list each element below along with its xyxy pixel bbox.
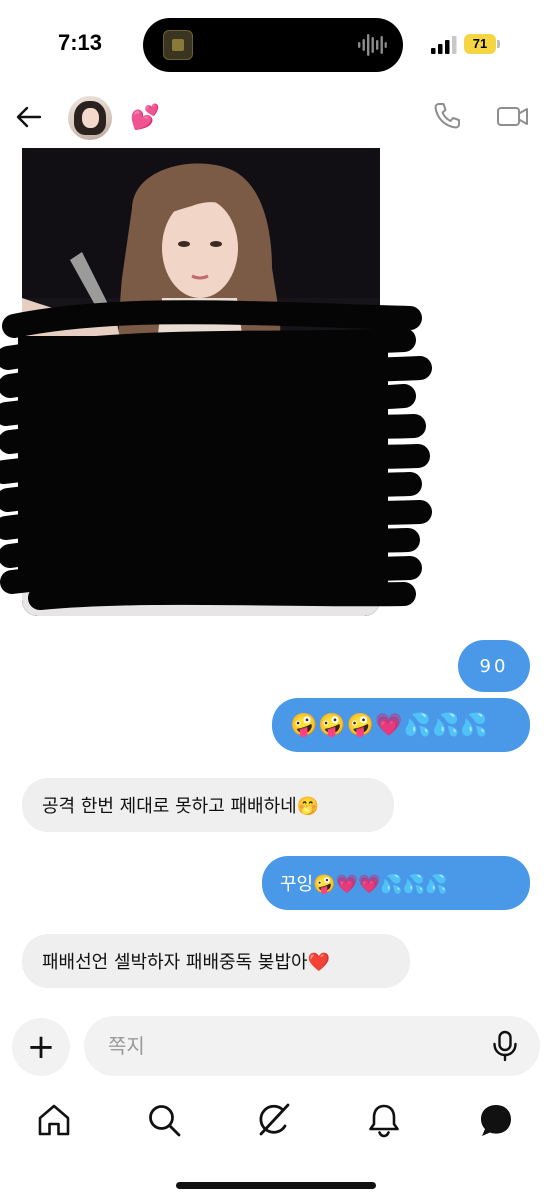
grok-icon[interactable] — [254, 1100, 294, 1140]
battery-indicator: 71 — [464, 34, 500, 54]
microphone-icon[interactable] — [490, 1030, 520, 1062]
outgoing-message-bubble[interactable]: 90 — [458, 640, 530, 692]
arrow-left-icon[interactable] — [14, 102, 44, 132]
phone-icon[interactable] — [432, 100, 462, 132]
conversation-header: 💕 — [0, 92, 552, 144]
image-message[interactable] — [22, 148, 380, 616]
outgoing-message-bubble[interactable]: 🤪🤪🤪💗💦💦💦 — [272, 698, 530, 752]
home-icon[interactable] — [34, 1100, 74, 1140]
message-composer: + — [0, 1012, 552, 1080]
avatar-face — [82, 108, 99, 128]
status-time: 7:13 — [58, 30, 103, 55]
status-bar: 7:13 71 — [0, 0, 552, 92]
contact-name[interactable]: 💕 — [130, 102, 160, 132]
messages-icon[interactable] — [476, 1100, 516, 1140]
message-input[interactable] — [84, 1016, 540, 1076]
search-icon[interactable] — [144, 1100, 184, 1140]
video-camera-icon[interactable] — [496, 100, 530, 132]
bell-icon[interactable] — [364, 1100, 404, 1140]
photo — [22, 148, 380, 616]
outgoing-message-bubble[interactable]: 꾸잉🤪💗💗💦💦💦 — [262, 856, 530, 910]
battery-cap — [497, 40, 500, 48]
add-attachment-button[interactable]: + — [12, 1018, 70, 1076]
home-indicator — [176, 1182, 376, 1189]
audio-waveform-icon — [358, 34, 387, 56]
now-playing-thumbnail — [163, 30, 193, 60]
cellular-signal-icon — [431, 36, 457, 54]
avatar[interactable] — [68, 96, 112, 140]
incoming-message-bubble[interactable]: 공격 한번 제대로 못하고 패배하네🤭 — [22, 778, 394, 832]
dynamic-island[interactable] — [143, 18, 403, 72]
battery-level: 71 — [464, 34, 496, 54]
bottom-navigation — [0, 1090, 552, 1150]
incoming-message-bubble[interactable]: 패배선언 셀박하자 패배중독 봊밥아❤️ — [22, 934, 410, 988]
